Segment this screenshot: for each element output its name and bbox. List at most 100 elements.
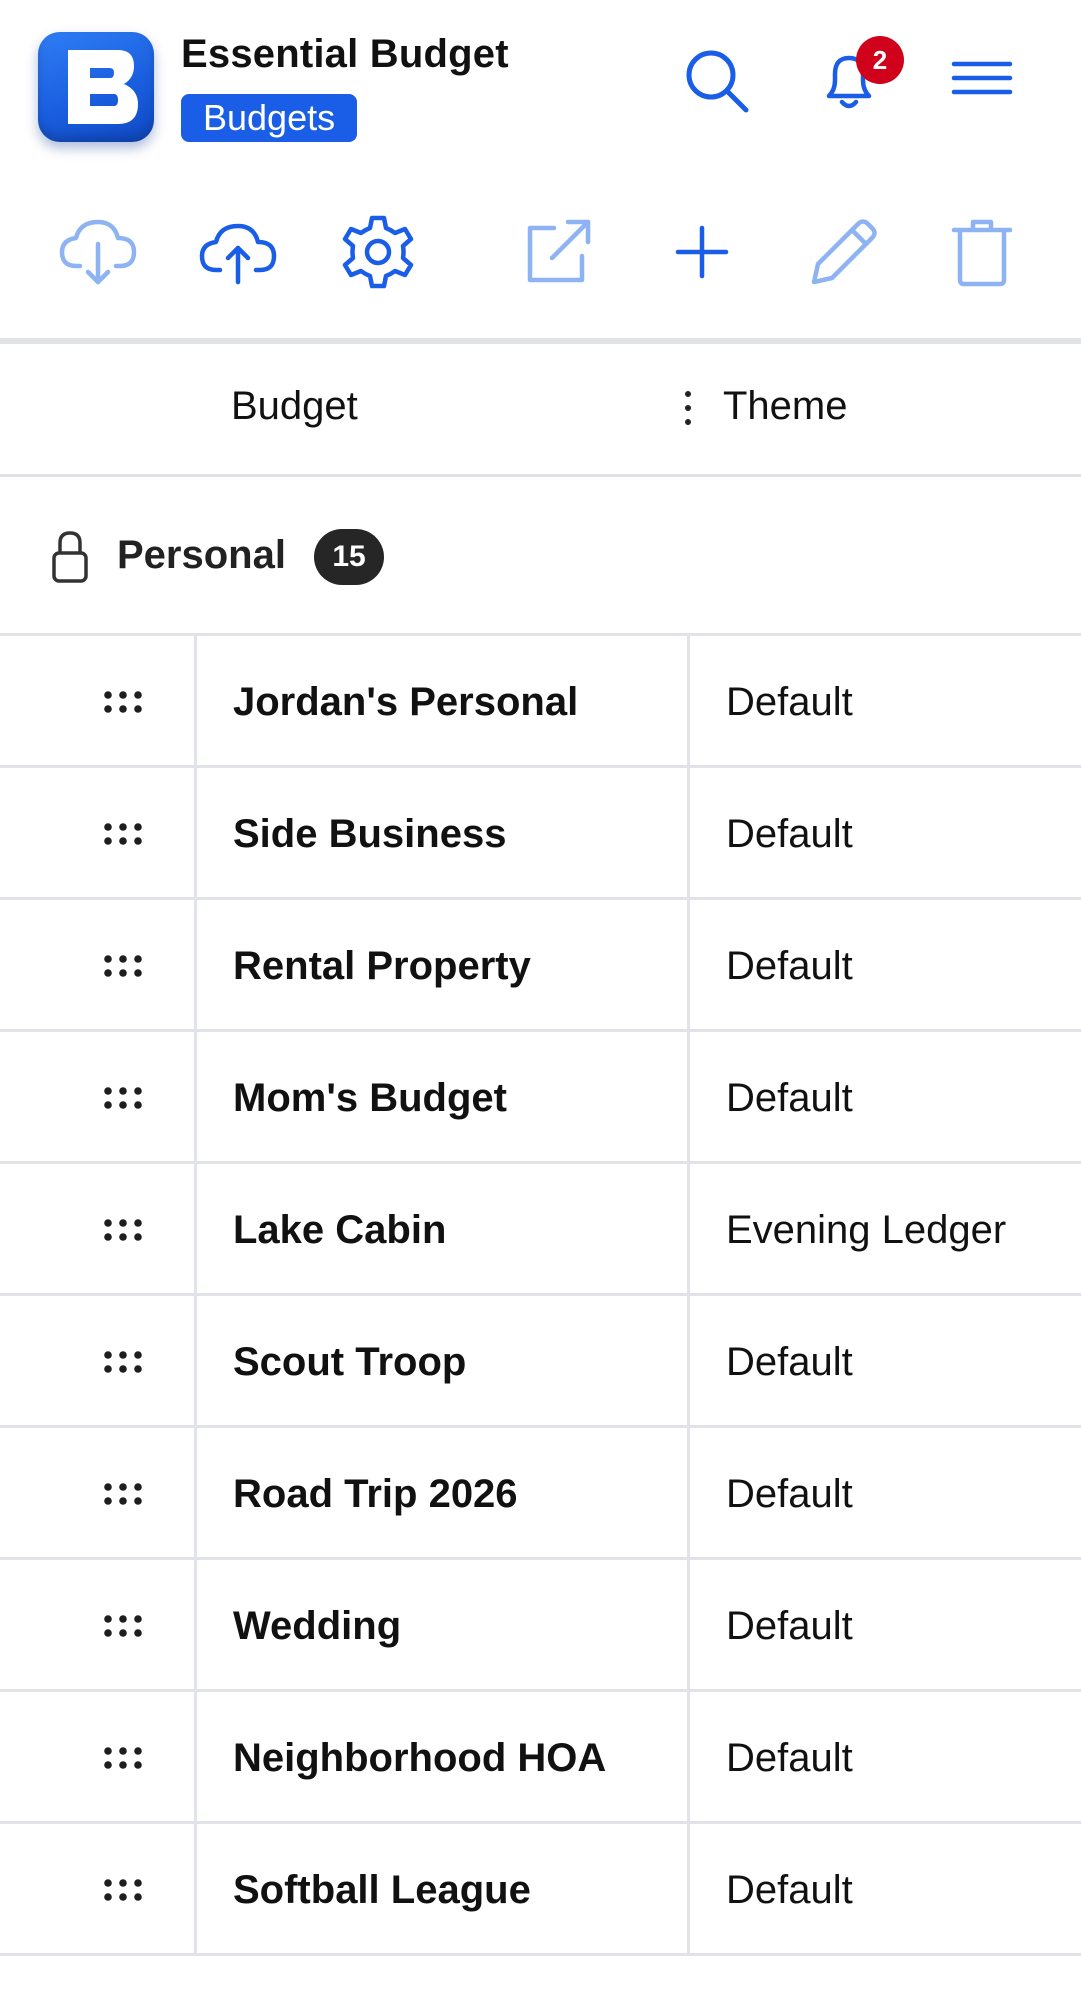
group-count-badge: 15 <box>314 529 384 585</box>
column-header-theme[interactable]: Theme <box>723 384 848 429</box>
table-row[interactable]: Mom's Budget Default <box>0 1032 1081 1164</box>
app-logo[interactable] <box>38 32 154 142</box>
drag-handle-icon <box>104 823 142 845</box>
menu-button[interactable] <box>946 44 1018 116</box>
theme-cell[interactable]: Default <box>690 1428 1081 1557</box>
settings-button[interactable] <box>336 210 420 294</box>
column-header-budget[interactable]: Budget <box>231 384 358 429</box>
upload-button[interactable] <box>196 210 280 294</box>
theme-name: Default <box>726 680 853 724</box>
budget-name-cell[interactable]: Neighborhood HOA <box>197 1692 690 1821</box>
column-menu-icon[interactable] <box>680 386 696 430</box>
budget-name: Road Trip 2026 <box>233 1472 518 1516</box>
theme-cell[interactable]: Default <box>690 1032 1081 1161</box>
table-row[interactable]: Wedding Default <box>0 1560 1081 1692</box>
table-row[interactable]: Neighborhood HOA Default <box>0 1692 1081 1824</box>
table-header: Budget Theme <box>0 344 1081 477</box>
drag-handle[interactable] <box>0 1692 197 1821</box>
app-title: Essential Budget <box>181 32 509 76</box>
drag-handle-icon <box>104 1483 142 1505</box>
budget-name-cell[interactable]: Jordan's Personal <box>197 636 690 765</box>
drag-handle[interactable] <box>0 1296 197 1425</box>
table-row[interactable]: Softball League Default <box>0 1824 1081 1956</box>
drag-handle[interactable] <box>0 1560 197 1689</box>
drag-handle-icon <box>104 1351 142 1373</box>
drag-handle[interactable] <box>0 636 197 765</box>
theme-cell[interactable]: Default <box>690 1560 1081 1689</box>
theme-cell[interactable]: Default <box>690 1296 1081 1425</box>
drag-handle-icon <box>104 1879 142 1901</box>
theme-cell[interactable]: Default <box>690 768 1081 897</box>
budget-name-cell[interactable]: Road Trip 2026 <box>197 1428 690 1557</box>
logo-glyph <box>68 50 138 124</box>
theme-name: Default <box>726 1472 853 1516</box>
section-badge[interactable]: Budgets <box>181 94 358 142</box>
budget-list: Jordan's Personal Default Side Business Def… <box>0 636 1081 1956</box>
plus-icon <box>675 225 729 279</box>
drag-handle-icon <box>104 955 142 977</box>
theme-cell[interactable]: Default <box>690 636 1081 765</box>
budget-name: Lake Cabin <box>233 1208 447 1252</box>
budget-name: Wedding <box>233 1604 402 1648</box>
toolbar <box>0 200 1081 340</box>
theme-cell[interactable]: Default <box>690 900 1081 1029</box>
open-external-button[interactable] <box>516 210 600 294</box>
trash-icon <box>951 219 1013 287</box>
theme-name: Default <box>726 812 853 856</box>
add-budget-button[interactable] <box>660 210 744 294</box>
budget-name-cell[interactable]: Scout Troop <box>197 1296 690 1425</box>
group-header-personal[interactable]: Personal 15 <box>0 477 1081 636</box>
menu-icon <box>951 61 1013 95</box>
budget-name-cell[interactable]: Rental Property <box>197 900 690 1029</box>
drag-handle[interactable] <box>0 1164 197 1293</box>
app-header: Essential Budget Budgets 2 <box>0 0 1081 180</box>
theme-name: Evening Ledger <box>726 1208 1007 1252</box>
theme-name: Default <box>726 1604 853 1648</box>
drag-handle[interactable] <box>0 1428 197 1557</box>
group-name: Personal <box>117 533 286 577</box>
drag-handle-icon <box>104 1747 142 1769</box>
cloud-download-icon <box>59 219 137 285</box>
drag-handle[interactable] <box>0 1824 197 1953</box>
drag-handle-icon <box>104 1615 142 1637</box>
drag-handle[interactable] <box>0 1032 197 1161</box>
budget-name-cell[interactable]: Softball League <box>197 1824 690 1953</box>
budget-name: Neighborhood HOA <box>233 1736 607 1780</box>
notification-badge: 2 <box>856 36 904 84</box>
table-row[interactable]: Jordan's Personal Default <box>0 636 1081 768</box>
table-row[interactable]: Scout Troop Default <box>0 1296 1081 1428</box>
gear-icon <box>342 215 414 289</box>
search-icon <box>686 50 749 113</box>
drag-handle-icon <box>104 1087 142 1109</box>
theme-name: Default <box>726 944 853 988</box>
cloud-upload-icon <box>199 223 277 285</box>
search-button[interactable] <box>680 44 752 116</box>
theme-cell[interactable]: Default <box>690 1692 1081 1821</box>
drag-handle[interactable] <box>0 768 197 897</box>
theme-cell[interactable]: Default <box>690 1824 1081 1953</box>
budget-name: Scout Troop <box>233 1340 467 1384</box>
budget-name: Softball League <box>233 1868 531 1912</box>
table-row[interactable]: Road Trip 2026 Default <box>0 1428 1081 1560</box>
drag-handle[interactable] <box>0 900 197 1029</box>
table-row[interactable]: Rental Property Default <box>0 900 1081 1032</box>
download-button[interactable] <box>56 210 140 294</box>
budget-name-cell[interactable]: Lake Cabin <box>197 1164 690 1293</box>
open-external-icon <box>527 219 591 283</box>
budget-name-cell[interactable]: Mom's Budget <box>197 1032 690 1161</box>
budget-name: Mom's Budget <box>233 1076 507 1120</box>
theme-name: Default <box>726 1340 853 1384</box>
delete-budget-button[interactable] <box>940 210 1024 294</box>
budget-name-cell[interactable]: Side Business <box>197 768 690 897</box>
drag-handle-icon <box>104 1219 142 1241</box>
theme-name: Default <box>726 1076 853 1120</box>
budget-name-cell[interactable]: Wedding <box>197 1560 690 1689</box>
table-row[interactable]: Side Business Default <box>0 768 1081 900</box>
budget-name: Rental Property <box>233 944 531 988</box>
drag-handle-icon <box>104 691 142 713</box>
table-row[interactable]: Lake Cabin Evening Ledger <box>0 1164 1081 1296</box>
pencil-icon <box>811 219 877 285</box>
lock-icon <box>52 531 88 583</box>
edit-budget-button[interactable] <box>800 210 884 294</box>
theme-cell[interactable]: Evening Ledger <box>690 1164 1081 1293</box>
